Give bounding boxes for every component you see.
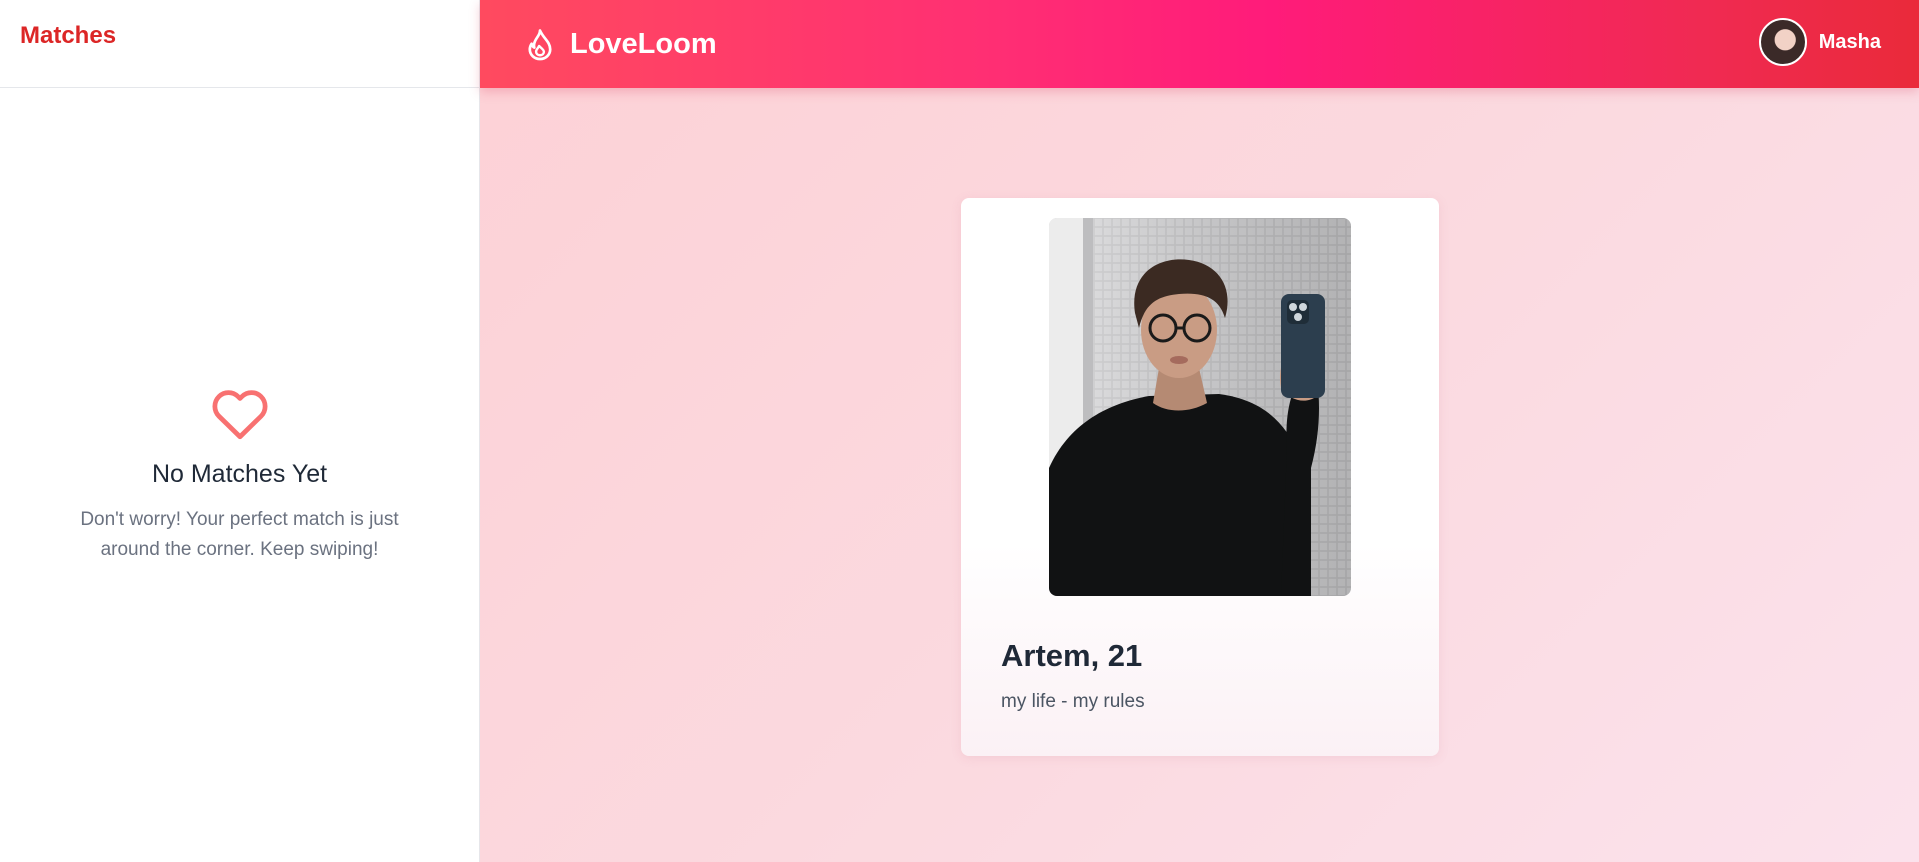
flame-icon	[522, 26, 558, 62]
profile-name-age: Artem, 21	[1001, 638, 1143, 673]
user-menu[interactable]: Masha	[1758, 18, 1881, 66]
sidebar-header: Matches	[0, 0, 479, 88]
empty-state-message: Don't worry! Your perfect match is just …	[80, 509, 399, 560]
empty-state-title: No Matches Yet	[151, 460, 328, 488]
brand-name: LoveLoom	[570, 27, 717, 60]
brand-logo[interactable]: LoveLoom	[522, 26, 717, 62]
heart-outline-icon	[210, 385, 270, 441]
app-root: Matches No Matches Yet Don't worry! Your…	[0, 0, 1919, 862]
top-bar: LoveLoom Masha	[480, 0, 1919, 88]
empty-matches-state: No Matches Yet Don't worry! Your perfect…	[0, 385, 479, 565]
sidebar-title: Matches	[20, 22, 117, 49]
user-avatar[interactable]	[1758, 18, 1807, 66]
profile-bio: my life - my rules	[1001, 691, 1145, 712]
profile-photo	[1049, 218, 1351, 596]
matches-sidebar: Matches No Matches Yet Don't worry! Your…	[0, 0, 480, 862]
profile-card[interactable]: Artem, 21 my life - my rules	[961, 198, 1439, 756]
main-area: LoveLoom Masha Artem, 21 my life - my ru…	[480, 0, 1919, 862]
user-name[interactable]: Masha	[1819, 31, 1881, 54]
